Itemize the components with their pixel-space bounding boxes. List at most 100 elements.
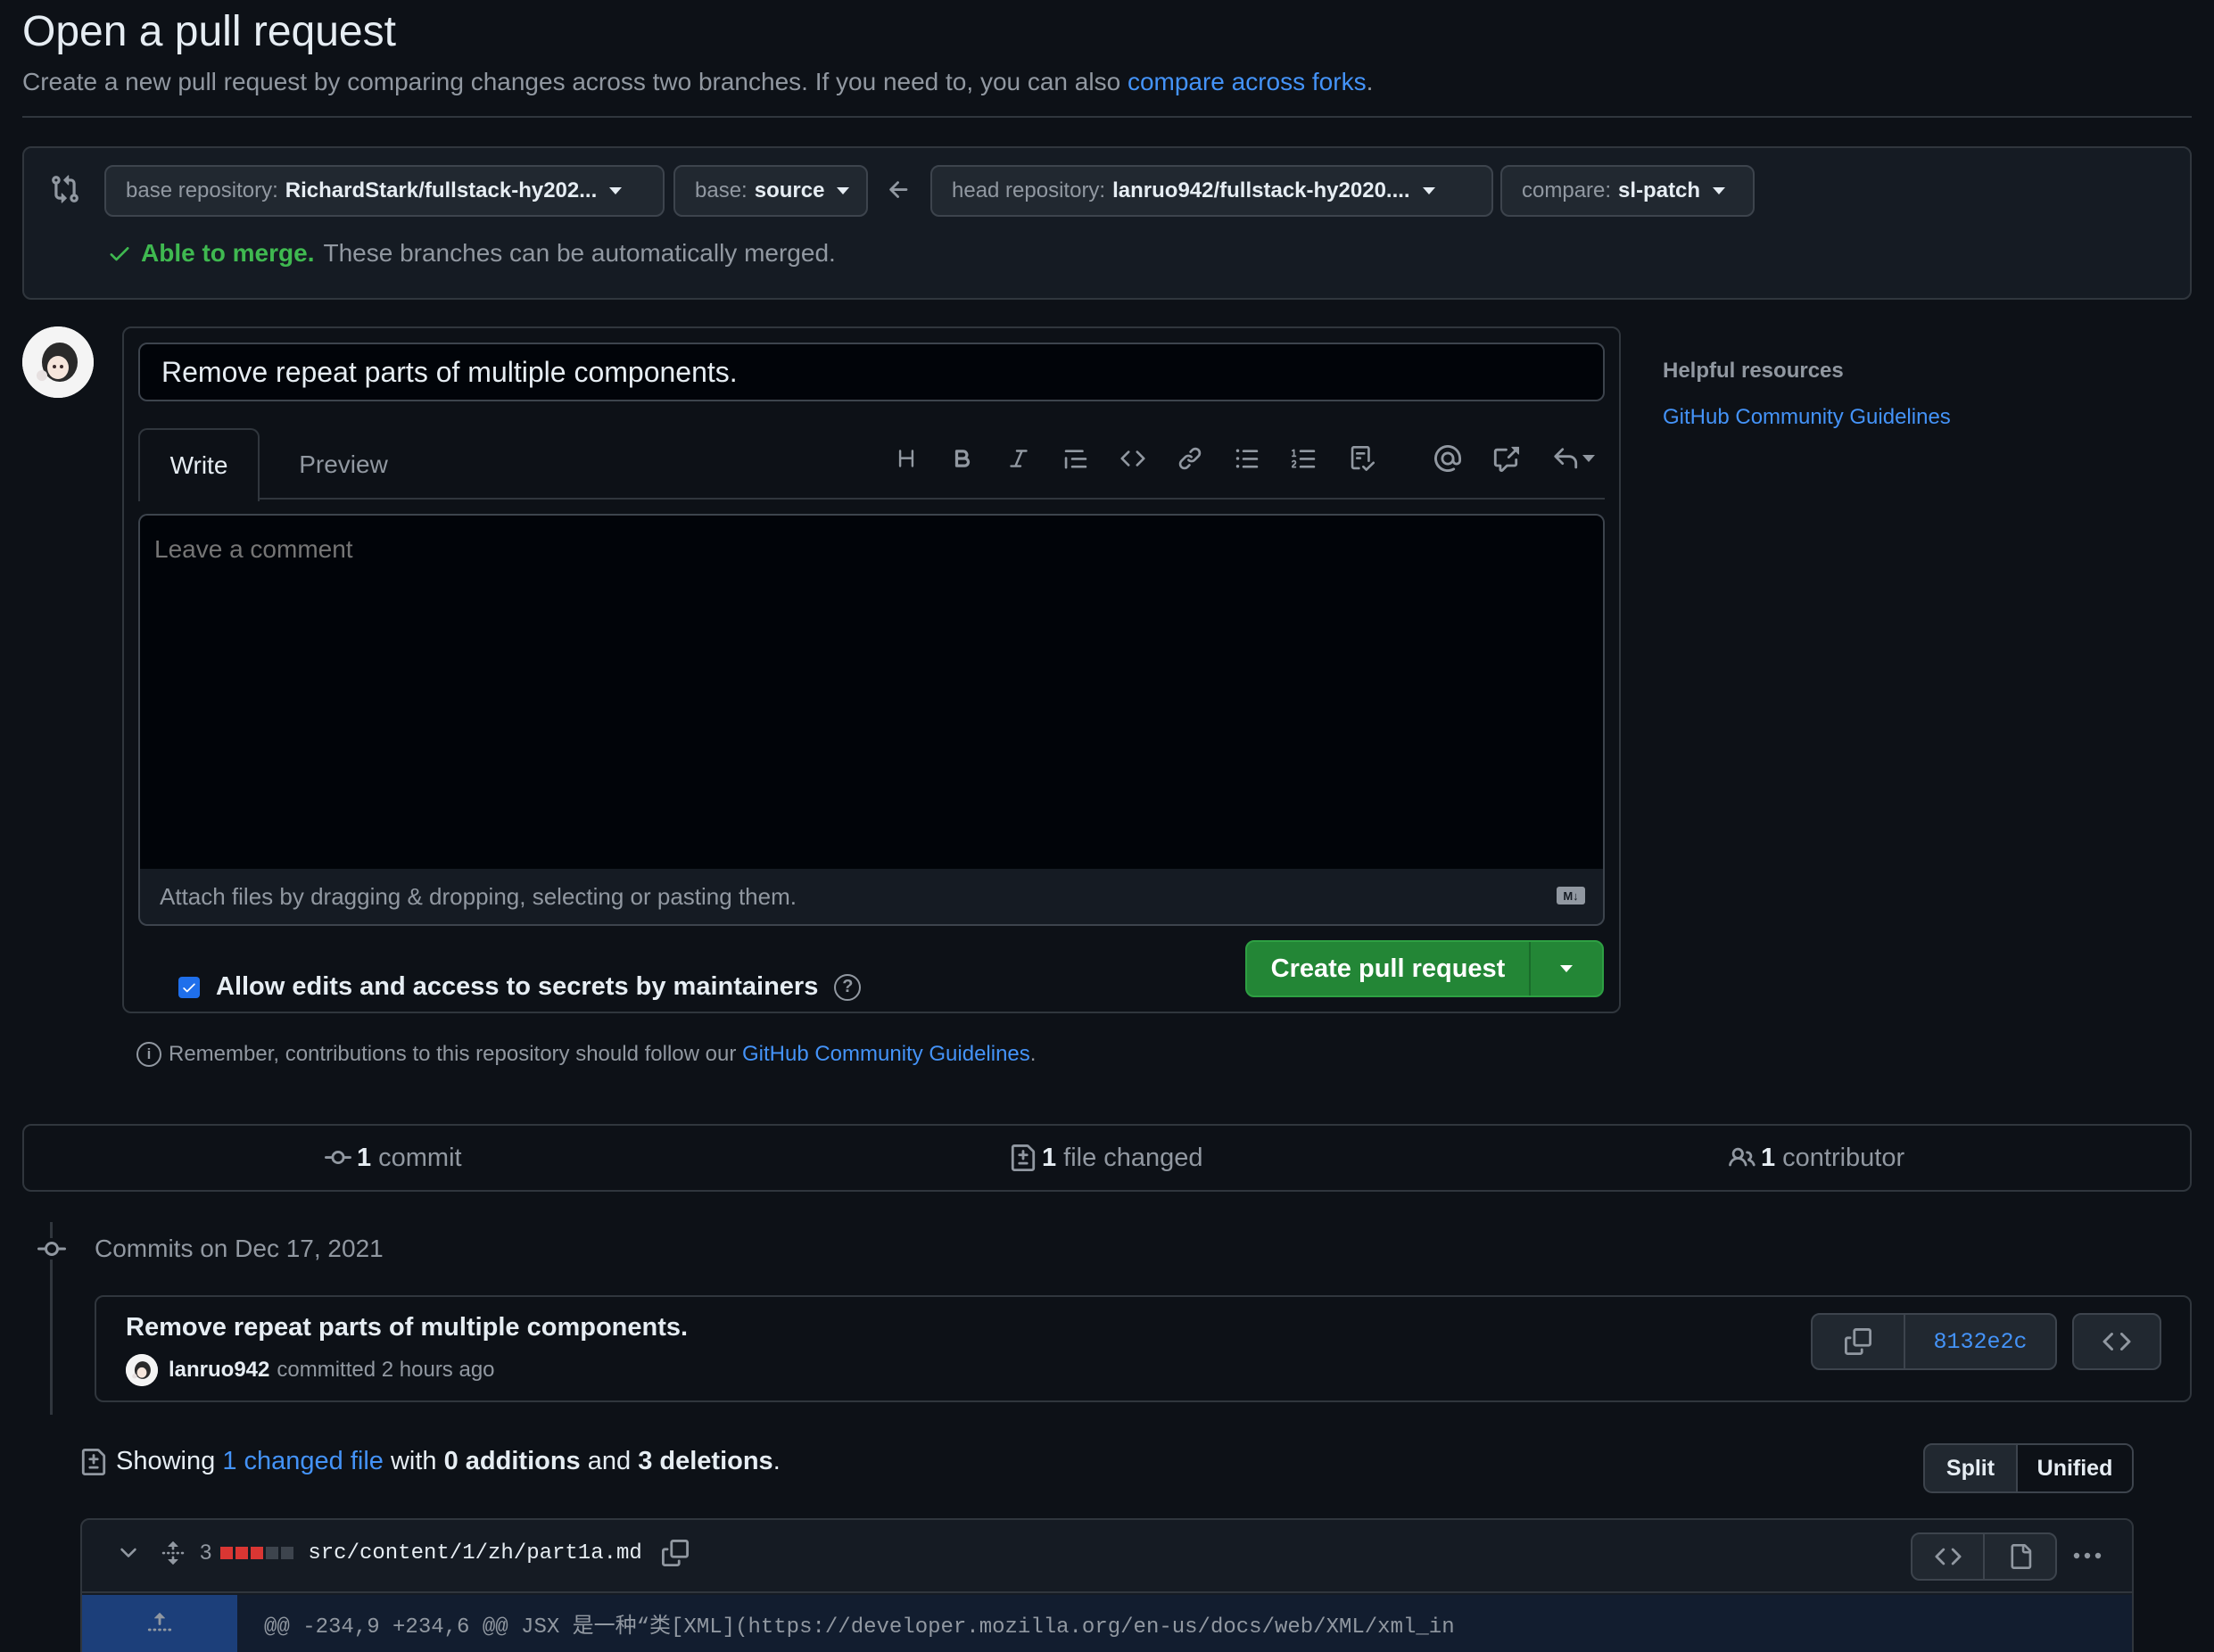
commit-meta: lanruo942 committed 2 hours ago [126,1354,495,1386]
page-subtitle: Create a new pull request by comparing c… [22,68,1373,96]
check-icon [107,241,132,266]
allow-edits-label[interactable]: Allow edits and access to secrets by mai… [216,972,818,1002]
diffstat-deleted-block [235,1547,249,1559]
and-text: and [587,1447,632,1475]
arrow-left-icon [886,177,913,203]
comment-textarea[interactable] [138,514,1605,871]
with-text: with [390,1447,437,1475]
markdown-icon[interactable]: M↓ [1557,887,1585,904]
change-count: 3 [200,1540,212,1565]
contributors-tab[interactable]: 1 contributor [1729,1124,1904,1192]
commits-date-heading: Commits on Dec 17, 2021 [95,1235,384,1262]
browse-code-button[interactable] [2072,1313,2161,1370]
heading-icon[interactable] [888,441,924,476]
allow-edits-option: Allow edits and access to secrets by mai… [178,972,862,1002]
create-pull-request-button-group: Create pull request [1245,940,1604,997]
head-repository-select[interactable]: head repository: lanruo942/fullstack-hy20… [930,165,1493,217]
subtitle-text: Create a new pull request by comparing c… [22,68,1121,95]
sidebar-community-guidelines-link[interactable]: GitHub Community Guidelines [1663,405,1951,430]
tab-preview[interactable]: Preview [277,428,410,501]
unified-view-button[interactable]: Unified [2018,1445,2132,1491]
merge-status-message: These branches can be automatically merg… [323,239,836,267]
commit-author-link[interactable]: lanruo942 [169,1358,269,1383]
ordered-list-icon[interactable] [1286,441,1322,476]
files-changed-tab[interactable]: 1 file changed [1010,1124,1203,1192]
subtitle-end: . [1366,68,1374,95]
diffstat-neutral-block [266,1547,279,1559]
code-icon [2102,1332,2131,1351]
contributors-count: 1 [1761,1143,1776,1172]
merge-status: Able to merge. These branches can be aut… [107,239,836,268]
chevron-down-icon [1422,187,1435,194]
header-divider [22,116,2192,118]
tab-write[interactable]: Write [138,428,260,501]
expand-all-icon[interactable] [161,1540,186,1565]
base-repository-select[interactable]: base repository: RichardStark/fullstack-h… [104,165,665,217]
contribution-reminder: i Remember, contributions to this reposi… [136,1042,1036,1067]
file-diff-icon [81,1448,106,1475]
hunk-header: @@ -234,9 +234,6 @@ JSX 是一种“类[XML](https… [237,1595,2132,1652]
chevron-down-icon [1560,965,1573,972]
changed-files-link[interactable]: 1 changed file [222,1447,384,1476]
commit-icon [325,1151,351,1165]
files-count: 1 [1042,1143,1057,1172]
file-icon[interactable] [1985,1534,2055,1579]
chevron-down-icon[interactable] [116,1540,141,1565]
commit-time: committed 2 hours ago [277,1358,495,1382]
kebab-horizontal-icon[interactable] [2071,1545,2103,1566]
git-compare-icon [50,174,80,204]
additions-count: 0 additions [443,1447,581,1475]
file-diff-icon [1011,1144,1036,1171]
link-icon[interactable] [1172,441,1208,476]
base-repository-label: base repository: [126,178,278,202]
community-guidelines-link[interactable]: GitHub Community Guidelines [742,1042,1030,1067]
base-branch-label: base: [695,178,748,202]
avatar[interactable] [22,326,94,398]
diff-summary: Showing 1 changed file with 0 additions … [80,1447,781,1476]
attach-files-bar[interactable]: Attach files by dragging & dropping, sel… [138,869,1605,926]
allow-edits-checkbox[interactable] [178,976,200,998]
commit-icon [37,1238,66,1260]
chevron-down-icon [1582,455,1595,462]
compare-branch-select[interactable]: compare: sl-patch [1500,165,1755,217]
code-icon[interactable] [1115,441,1151,476]
saved-replies-icon[interactable] [1549,441,1599,476]
task-list-icon[interactable] [1344,441,1380,476]
code-icon[interactable] [1912,1534,1985,1579]
create-pull-request-dropdown[interactable] [1531,942,1602,995]
copy-icon[interactable] [661,1540,689,1566]
commit-sha-link[interactable]: 8132e2c [1905,1315,2055,1368]
info-icon: i [136,1042,161,1067]
files-label: file changed [1063,1143,1203,1172]
commit-message-link[interactable]: Remove repeat parts of multiple componen… [126,1313,688,1342]
base-branch-value: source [754,178,825,202]
quote-icon[interactable] [1058,441,1094,476]
showing-text: Showing [116,1447,216,1475]
diff-view-toggle: Split Unified [1923,1443,2134,1493]
commit-sha-group: 8132e2c [1811,1313,2057,1370]
diffstat-deleted-block [220,1547,234,1559]
italic-icon[interactable] [1001,441,1037,476]
expand-up-icon[interactable] [82,1595,237,1652]
split-view-button[interactable]: Split [1925,1445,2018,1491]
compare-across-forks-link[interactable]: compare across forks [1128,68,1367,95]
compare-branch-label: compare: [1522,178,1612,202]
file-path-link[interactable]: src/content/1/zh/part1a.md [308,1541,641,1565]
helpful-resources-heading: Helpful resources [1663,359,1844,383]
create-pull-request-button[interactable]: Create pull request [1247,942,1531,995]
base-branch-select[interactable]: base: source [673,165,868,217]
question-icon[interactable]: ? [834,973,862,1001]
copy-icon[interactable] [1813,1315,1905,1368]
page-title: Open a pull request [22,8,396,55]
diff-summary-end: . [772,1447,781,1475]
cross-reference-icon[interactable] [1488,441,1524,476]
bold-icon[interactable] [945,441,980,476]
mention-icon[interactable] [1430,441,1466,476]
avatar[interactable] [126,1354,158,1386]
reminder-text: Remember, contributions to this reposito… [169,1042,737,1066]
pull-request-title-input[interactable] [138,343,1605,401]
unordered-list-icon[interactable] [1229,441,1265,476]
compare-branch-value: sl-patch [1618,178,1701,202]
base-repository-value: RichardStark/fullstack-hy202... [285,178,598,202]
commits-tab[interactable]: 1 commit [325,1124,462,1192]
